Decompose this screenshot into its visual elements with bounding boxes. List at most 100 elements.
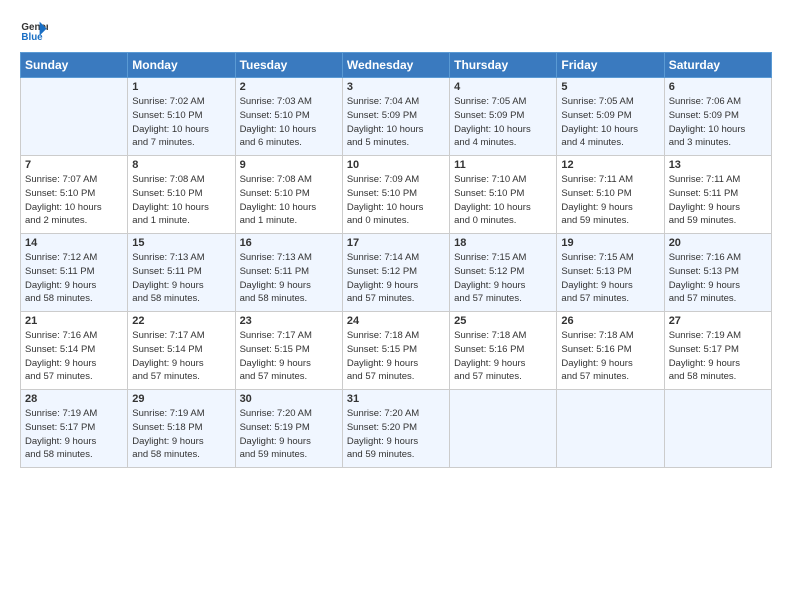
day-number: 15: [132, 237, 230, 249]
calendar-cell: 1Sunrise: 7:02 AM Sunset: 5:10 PM Daylig…: [128, 78, 235, 156]
calendar-cell: 23 Sunrise: 7:17 AM Sunset: 5:15 PM Dayli…: [235, 312, 342, 390]
day-number: 25: [454, 315, 552, 327]
calendar-cell: 12Sunrise: 7:11 AM Sunset: 5:10 PM Dayli…: [557, 156, 664, 234]
day-info: Sunrise: 7:12 AM Sunset: 5:11 PM Dayligh…: [25, 251, 123, 306]
calendar-cell: 16 Sunrise: 7:13 AM Sunset: 5:11 PM Dayli…: [235, 234, 342, 312]
calendar-table: SundayMondayTuesdayWednesdayThursdayFrid…: [20, 52, 772, 468]
day-number: 22: [132, 315, 230, 327]
day-number: 16: [240, 237, 338, 249]
day-number: 8: [132, 159, 230, 171]
day-info: Sunrise: 7:09 AM Sunset: 5:10 PM Dayligh…: [347, 173, 445, 228]
day-info: Sunrise: 7:03 AM Sunset: 5:10 PM Dayligh…: [240, 95, 338, 150]
calendar-cell: 4 Sunrise: 7:05 AM Sunset: 5:09 PM Daylig…: [450, 78, 557, 156]
day-info: Sunrise: 7:20 AM Sunset: 5:19 PM Dayligh…: [240, 407, 338, 462]
day-info: Sunrise: 7:15 AM Sunset: 5:13 PM Dayligh…: [561, 251, 659, 306]
calendar-cell: 28 Sunrise: 7:19 AM Sunset: 5:17 PM Dayli…: [21, 390, 128, 468]
day-info: Sunrise: 7:18 AM Sunset: 5:16 PM Dayligh…: [561, 329, 659, 384]
day-number: 3: [347, 81, 445, 93]
day-info: Sunrise: 7:06 AM Sunset: 5:09 PM Dayligh…: [669, 95, 767, 150]
calendar-cell: 17Sunrise: 7:14 AM Sunset: 5:12 PM Dayli…: [342, 234, 449, 312]
calendar-cell: 8 Sunrise: 7:08 AM Sunset: 5:10 PM Daylig…: [128, 156, 235, 234]
day-number: 20: [669, 237, 767, 249]
calendar-week-5: 28 Sunrise: 7:19 AM Sunset: 5:17 PM Dayli…: [21, 390, 772, 468]
calendar-cell: 25 Sunrise: 7:18 AM Sunset: 5:16 PM Dayli…: [450, 312, 557, 390]
day-info: Sunrise: 7:13 AM Sunset: 5:11 PM Dayligh…: [240, 251, 338, 306]
day-info: Sunrise: 7:19 AM Sunset: 5:18 PM Dayligh…: [132, 407, 230, 462]
weekday-thursday: Thursday: [450, 53, 557, 78]
day-number: 26: [561, 315, 659, 327]
weekday-friday: Friday: [557, 53, 664, 78]
calendar-cell: 7 Sunrise: 7:07 AM Sunset: 5:10 PM Daylig…: [21, 156, 128, 234]
calendar-cell: 11 Sunrise: 7:10 AM Sunset: 5:10 PM Dayli…: [450, 156, 557, 234]
weekday-header-row: SundayMondayTuesdayWednesdayThursdayFrid…: [21, 53, 772, 78]
day-info: Sunrise: 7:17 AM Sunset: 5:14 PM Dayligh…: [132, 329, 230, 384]
day-number: 31: [347, 393, 445, 405]
calendar-week-2: 7 Sunrise: 7:07 AM Sunset: 5:10 PM Daylig…: [21, 156, 772, 234]
day-number: 28: [25, 393, 123, 405]
weekday-saturday: Saturday: [664, 53, 771, 78]
calendar-cell: 20 Sunrise: 7:16 AM Sunset: 5:13 PM Dayli…: [664, 234, 771, 312]
day-number: 4: [454, 81, 552, 93]
day-info: Sunrise: 7:18 AM Sunset: 5:16 PM Dayligh…: [454, 329, 552, 384]
calendar-cell: 15Sunrise: 7:13 AM Sunset: 5:11 PM Dayli…: [128, 234, 235, 312]
calendar-cell: 3 Sunrise: 7:04 AM Sunset: 5:09 PM Daylig…: [342, 78, 449, 156]
calendar-cell: 22 Sunrise: 7:17 AM Sunset: 5:14 PM Dayli…: [128, 312, 235, 390]
calendar-week-3: 14 Sunrise: 7:12 AM Sunset: 5:11 PM Dayli…: [21, 234, 772, 312]
weekday-monday: Monday: [128, 53, 235, 78]
day-number: 7: [25, 159, 123, 171]
day-info: Sunrise: 7:19 AM Sunset: 5:17 PM Dayligh…: [25, 407, 123, 462]
calendar-cell: 9Sunrise: 7:08 AM Sunset: 5:10 PM Daylig…: [235, 156, 342, 234]
day-number: 9: [240, 159, 338, 171]
day-number: 12: [561, 159, 659, 171]
day-info: Sunrise: 7:16 AM Sunset: 5:14 PM Dayligh…: [25, 329, 123, 384]
calendar-week-4: 21 Sunrise: 7:16 AM Sunset: 5:14 PM Dayli…: [21, 312, 772, 390]
page-container: General Blue SundayMondayTuesdayWednesda…: [0, 0, 792, 478]
calendar-cell: 2 Sunrise: 7:03 AM Sunset: 5:10 PM Daylig…: [235, 78, 342, 156]
calendar-cell: 30 Sunrise: 7:20 AM Sunset: 5:19 PM Dayli…: [235, 390, 342, 468]
day-info: Sunrise: 7:05 AM Sunset: 5:09 PM Dayligh…: [454, 95, 552, 150]
logo-icon: General Blue: [20, 16, 48, 44]
calendar-cell: [557, 390, 664, 468]
day-info: Sunrise: 7:14 AM Sunset: 5:12 PM Dayligh…: [347, 251, 445, 306]
calendar-cell: [450, 390, 557, 468]
day-number: 19: [561, 237, 659, 249]
calendar-cell: 26 Sunrise: 7:18 AM Sunset: 5:16 PM Dayli…: [557, 312, 664, 390]
day-info: Sunrise: 7:20 AM Sunset: 5:20 PM Dayligh…: [347, 407, 445, 462]
day-info: Sunrise: 7:07 AM Sunset: 5:10 PM Dayligh…: [25, 173, 123, 228]
calendar-cell: 24 Sunrise: 7:18 AM Sunset: 5:15 PM Dayli…: [342, 312, 449, 390]
day-number: 5: [561, 81, 659, 93]
calendar-week-1: 1Sunrise: 7:02 AM Sunset: 5:10 PM Daylig…: [21, 78, 772, 156]
calendar-cell: 13Sunrise: 7:11 AM Sunset: 5:11 PM Dayli…: [664, 156, 771, 234]
day-number: 11: [454, 159, 552, 171]
day-number: 24: [347, 315, 445, 327]
day-info: Sunrise: 7:19 AM Sunset: 5:17 PM Dayligh…: [669, 329, 767, 384]
calendar-cell: 29 Sunrise: 7:19 AM Sunset: 5:18 PM Dayli…: [128, 390, 235, 468]
day-info: Sunrise: 7:16 AM Sunset: 5:13 PM Dayligh…: [669, 251, 767, 306]
calendar-cell: [664, 390, 771, 468]
calendar-cell: 6 Sunrise: 7:06 AM Sunset: 5:09 PM Daylig…: [664, 78, 771, 156]
day-number: 21: [25, 315, 123, 327]
day-info: Sunrise: 7:18 AM Sunset: 5:15 PM Dayligh…: [347, 329, 445, 384]
calendar-cell: 10Sunrise: 7:09 AM Sunset: 5:10 PM Dayli…: [342, 156, 449, 234]
day-number: 14: [25, 237, 123, 249]
day-number: 29: [132, 393, 230, 405]
day-info: Sunrise: 7:05 AM Sunset: 5:09 PM Dayligh…: [561, 95, 659, 150]
day-number: 2: [240, 81, 338, 93]
calendar-body: 1Sunrise: 7:02 AM Sunset: 5:10 PM Daylig…: [21, 78, 772, 468]
weekday-tuesday: Tuesday: [235, 53, 342, 78]
calendar-cell: 21 Sunrise: 7:16 AM Sunset: 5:14 PM Dayli…: [21, 312, 128, 390]
day-info: Sunrise: 7:15 AM Sunset: 5:12 PM Dayligh…: [454, 251, 552, 306]
day-info: Sunrise: 7:10 AM Sunset: 5:10 PM Dayligh…: [454, 173, 552, 228]
day-number: 23: [240, 315, 338, 327]
day-info: Sunrise: 7:08 AM Sunset: 5:10 PM Dayligh…: [132, 173, 230, 228]
calendar-cell: 18Sunrise: 7:15 AM Sunset: 5:12 PM Dayli…: [450, 234, 557, 312]
day-info: Sunrise: 7:17 AM Sunset: 5:15 PM Dayligh…: [240, 329, 338, 384]
day-number: 6: [669, 81, 767, 93]
day-number: 13: [669, 159, 767, 171]
svg-text:Blue: Blue: [21, 32, 43, 43]
calendar-cell: [21, 78, 128, 156]
day-info: Sunrise: 7:04 AM Sunset: 5:09 PM Dayligh…: [347, 95, 445, 150]
calendar-cell: 31 Sunrise: 7:20 AM Sunset: 5:20 PM Dayli…: [342, 390, 449, 468]
day-number: 30: [240, 393, 338, 405]
calendar-cell: 14 Sunrise: 7:12 AM Sunset: 5:11 PM Dayli…: [21, 234, 128, 312]
